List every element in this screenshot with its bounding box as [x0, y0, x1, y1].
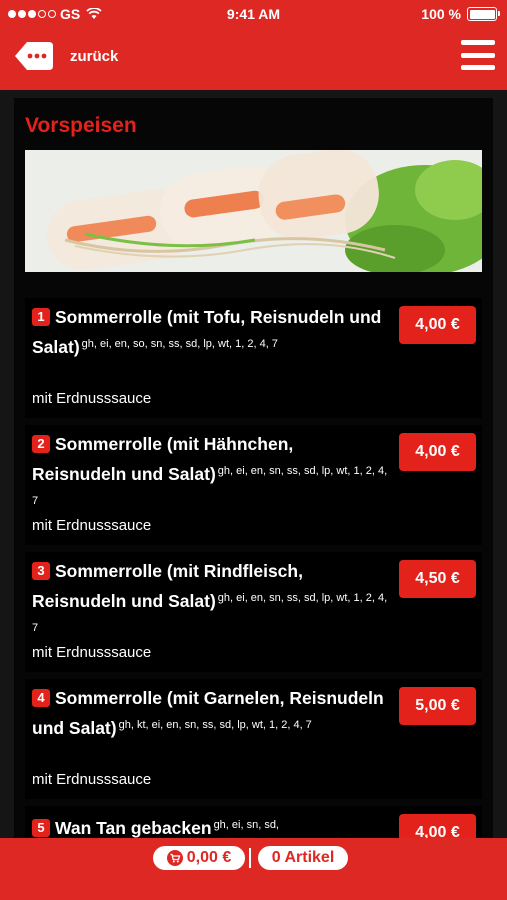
battery-icon [467, 7, 500, 21]
item-name: Wan Tan gebacken [55, 818, 212, 838]
item-title: 3 Sommerrolle (mit Rindfleisch, Reisnudel… [32, 558, 392, 645]
cart-bar: 0,00 € 0 Artikel [0, 838, 507, 900]
add-to-cart-price-button[interactable]: 4,00 € [399, 814, 476, 838]
category-image [25, 150, 482, 272]
item-description: mit Erdnusssauce [32, 390, 152, 407]
menu-item[interactable]: 1 Sommerrolle (mit Tofu, Reisnudeln und S… [25, 298, 482, 418]
status-bar: GS 9:41 AM 100 % [0, 0, 507, 30]
item-allergens: gh, ei, en, so, sn, ss, sd, lp, wt, 1, 2… [81, 338, 278, 350]
menu-item[interactable]: 2 Sommerrolle (mit Hähnchen, Reisnudeln u… [25, 425, 482, 545]
back-label[interactable]: zurück [70, 48, 118, 65]
item-number: 3 [32, 562, 50, 580]
menu-item[interactable]: 3 Sommerrolle (mit Rindfleisch, Reisnudel… [25, 552, 482, 672]
menu-item[interactable]: 4 Sommerrolle (mit Garnelen, Reisnudeln u… [25, 679, 482, 799]
item-description: mit Erdnusssauce [32, 644, 152, 661]
menu-bar-icon [461, 52, 495, 58]
menu-content[interactable]: Vorspeisen 1 Sommerrolle (mit Tofu, Reis… [14, 98, 493, 838]
battery-status: 100 % [421, 6, 500, 22]
cart-count-button[interactable]: 0 Artikel [258, 846, 348, 870]
add-to-cart-price-button[interactable]: 5,00 € [399, 687, 476, 725]
add-to-cart-price-button[interactable]: 4,00 € [399, 433, 476, 471]
item-title: 4 Sommerrolle (mit Garnelen, Reisnudeln u… [32, 685, 392, 742]
spring-rolls-image [25, 150, 482, 272]
menu-item[interactable]: 5 Wan Tan gebacken gh, ei, sn, sd, 4,00 € [25, 806, 482, 838]
cart-icon [166, 850, 183, 866]
item-description: mit Erdnusssauce [32, 771, 152, 788]
menu-bar-icon [461, 65, 495, 70]
item-allergens: gh, ei, sn, sd, [213, 819, 279, 831]
cart-total-button[interactable]: 0,00 € [153, 846, 245, 870]
item-allergens: gh, kt, ei, en, sn, ss, sd, lp, wt, 1, 2… [118, 719, 312, 731]
section-title: Vorspeisen [25, 114, 137, 137]
item-description: mit Erdnusssauce [32, 517, 152, 534]
divider [249, 848, 251, 868]
add-to-cart-price-button[interactable]: 4,00 € [399, 306, 476, 344]
item-title: 2 Sommerrolle (mit Hähnchen, Reisnudeln u… [32, 431, 392, 518]
menu-bar-icon [461, 40, 495, 45]
item-number: 5 [32, 819, 50, 837]
item-number: 1 [32, 308, 50, 326]
item-title: 5 Wan Tan gebacken gh, ei, sn, sd, [32, 812, 392, 838]
battery-percent: 100 % [421, 6, 461, 22]
item-number: 4 [32, 689, 50, 707]
add-to-cart-price-button[interactable]: 4,50 € [399, 560, 476, 598]
menu-button[interactable] [461, 40, 495, 70]
app-screen: GS 9:41 AM 100 % zurück Vorspeisen 1 Som… [0, 0, 507, 900]
back-arrow-icon [15, 42, 53, 70]
back-button[interactable] [13, 40, 55, 72]
cart-total: 0,00 € [186, 849, 232, 866]
item-title: 1 Sommerrolle (mit Tofu, Reisnudeln und S… [32, 304, 392, 361]
header: GS 9:41 AM 100 % zurück [0, 0, 507, 90]
item-number: 2 [32, 435, 50, 453]
